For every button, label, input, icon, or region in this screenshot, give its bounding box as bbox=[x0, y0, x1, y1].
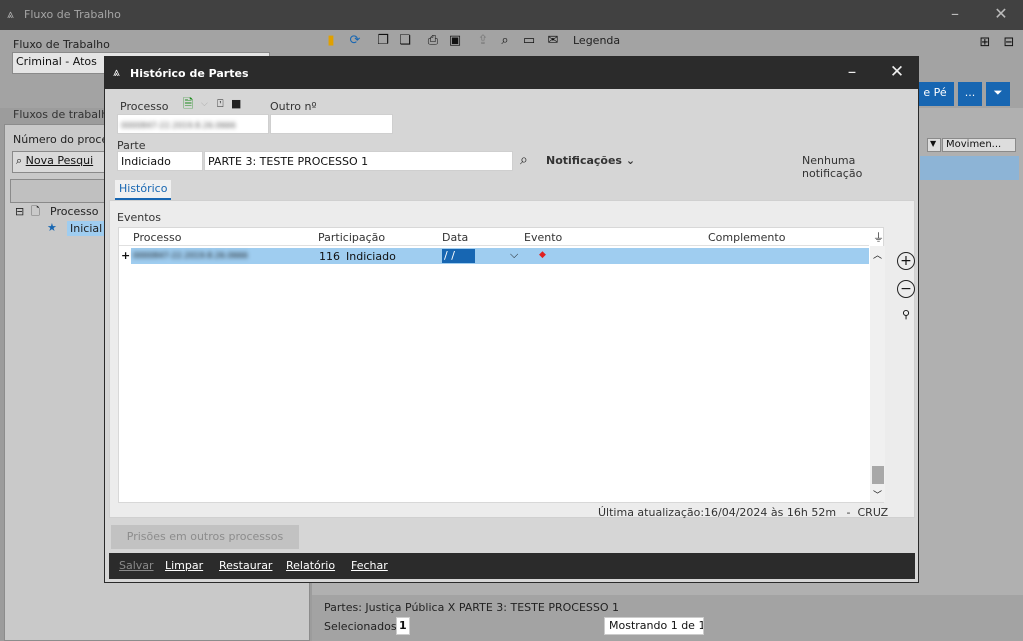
selecionados-label: Selecionados bbox=[324, 620, 397, 633]
row-data-field[interactable]: / / bbox=[442, 249, 475, 263]
historico-partes-dialog: ⩓ Histórico de Partes – ✕ Processo 🗎 ⌵ ⍞… bbox=[104, 56, 919, 583]
restaurar-button[interactable]: Restaurar bbox=[219, 559, 272, 572]
grid-header: Processo Participação Data Evento Comple… bbox=[119, 228, 884, 246]
eventos-label: Eventos bbox=[117, 211, 161, 224]
export-icon[interactable]: ⇪ bbox=[474, 32, 492, 50]
print-icon[interactable]: ⎙ bbox=[424, 32, 442, 50]
chevron-down-icon[interactable]: ⌵ bbox=[201, 99, 208, 109]
notificacoes-label: Notificações bbox=[546, 154, 622, 167]
table-row[interactable]: 0000847-22.2019.8.26.0666 116 Indiciado … bbox=[131, 248, 869, 264]
date-dropdown-icon[interactable]: ⌵ bbox=[510, 248, 518, 262]
notificacoes-dropdown[interactable]: Notificações ⌄ bbox=[546, 154, 635, 167]
copy-icon[interactable]: ❐ bbox=[374, 32, 392, 50]
chevron-down-icon: ⌄ bbox=[625, 154, 636, 167]
tree-collapse-icon[interactable]: ⊟ bbox=[15, 205, 24, 218]
selected-row-highlight bbox=[920, 156, 1019, 180]
numero-label: Número do proce bbox=[13, 133, 109, 146]
fluxos-label: Fluxos de trabalho bbox=[13, 108, 115, 121]
relatorio-button[interactable]: Relatório bbox=[286, 559, 335, 572]
mostrando-text: Mostrando 1 de 1 bbox=[604, 617, 704, 635]
scroll-up-icon[interactable]: ︿ bbox=[873, 248, 882, 261]
add-circle-icon[interactable]: + bbox=[897, 252, 915, 270]
limpar-button[interactable]: Limpar bbox=[165, 559, 203, 572]
tree-view-icon[interactable]: ⊞ bbox=[976, 34, 994, 52]
tree-processo[interactable]: Processo bbox=[50, 205, 98, 218]
col-participacao[interactable]: Participação bbox=[318, 231, 385, 244]
processo-field[interactable]: 0000847-22.2019.8.26.0666 bbox=[117, 114, 269, 134]
outro-field[interactable] bbox=[270, 114, 393, 134]
row-participacao: Indiciado bbox=[346, 250, 396, 263]
status-bar: Partes: Justiça Pública X PARTE 3: TESTE… bbox=[312, 595, 1023, 641]
app-logo-icon: ⩓ bbox=[113, 65, 120, 79]
comment-icon[interactable]: ▭ bbox=[520, 32, 538, 50]
selecionados-value: 1 bbox=[396, 617, 410, 635]
scrollbar-thumb[interactable] bbox=[872, 466, 884, 484]
nenhuma-notificacao: Nenhuma notificação bbox=[802, 154, 863, 180]
partes-status: Partes: Justiça Pública X PARTE 3: TESTE… bbox=[324, 601, 620, 614]
prisoes-button[interactable]: Prisões em outros processos bbox=[111, 525, 299, 549]
dialog-titlebar: ⩓ Histórico de Partes – ✕ bbox=[105, 57, 918, 89]
stop-icon[interactable]: ■ bbox=[231, 97, 241, 110]
scroll-down-icon[interactable]: ﹀ bbox=[873, 488, 882, 501]
fluxo-label: Fluxo de Trabalho bbox=[13, 38, 110, 51]
eventos-grid: Processo Participação Data Evento Comple… bbox=[118, 227, 885, 503]
salvar-button[interactable]: Salvar bbox=[119, 559, 154, 572]
historico-tab-body: Eventos Processo Participação Data Event… bbox=[109, 200, 915, 519]
more-button[interactable]: ... bbox=[958, 82, 982, 106]
comment-icon[interactable]: ⍞ bbox=[217, 97, 224, 111]
outro-label: Outro nº bbox=[270, 100, 317, 113]
minimize-icon[interactable]: – bbox=[837, 63, 867, 83]
minimize-icon[interactable]: – bbox=[940, 5, 970, 25]
row-evento[interactable]: ◆ bbox=[539, 250, 546, 260]
refresh-icon[interactable]: ⟳ bbox=[346, 32, 364, 50]
main-titlebar: ⩓ Fluxo de Trabalho – ✕ bbox=[0, 0, 1023, 30]
parte-nome-field[interactable]: PARTE 3: TESTE PROCESSO 1 bbox=[204, 151, 513, 171]
row-processo: 0000847-22.2019.8.26.0666 bbox=[133, 251, 248, 260]
comment-delete-icon[interactable]: ✉ bbox=[544, 32, 562, 50]
processo-value: 0000847-22.2019.8.26.0666 bbox=[121, 121, 236, 130]
column-dropdown-icon[interactable]: ▼ bbox=[927, 138, 941, 152]
app-logo-icon: ⩓ bbox=[7, 7, 14, 21]
col-complemento[interactable]: Complemento bbox=[708, 231, 785, 244]
nova-pesquisa-label: Nova Pesqui bbox=[25, 154, 94, 167]
col-data[interactable]: Data bbox=[442, 231, 468, 244]
save-icon[interactable]: ▣ bbox=[446, 32, 464, 50]
nova-pesquisa-button[interactable]: ⌕ Nova Pesqui bbox=[12, 151, 108, 173]
movimen-header[interactable]: Movimen... bbox=[942, 138, 1016, 152]
col-evento[interactable]: Evento bbox=[524, 231, 562, 244]
close-icon[interactable]: ✕ bbox=[986, 5, 1016, 25]
list-view-icon[interactable]: ⊟ bbox=[1000, 34, 1018, 52]
document-icon: 🗋 bbox=[31, 205, 40, 218]
dialog-title: Histórico de Partes bbox=[130, 67, 249, 80]
parte-tipo-field[interactable]: Indiciado bbox=[117, 151, 203, 171]
search-doc-icon[interactable]: ⌕ bbox=[496, 32, 514, 50]
main-window-title: Fluxo de Trabalho bbox=[24, 8, 121, 21]
filter-icon[interactable]: ⏚ bbox=[873, 229, 884, 245]
ultima-atualizacao-label: Última atualização: bbox=[598, 506, 705, 519]
filter-dropdown-icon[interactable]: ⏷ bbox=[986, 82, 1010, 106]
star-icon: ★ bbox=[47, 221, 57, 234]
bookmark-icon[interactable]: ▮ bbox=[322, 32, 340, 50]
row-participacao-num: 116 bbox=[319, 250, 340, 263]
tab-historico[interactable]: Histórico bbox=[115, 180, 172, 200]
vertical-scrollbar[interactable]: ︿ ﹀ bbox=[870, 246, 885, 502]
search-doc-small-icon: ⌕ bbox=[16, 154, 26, 167]
expand-icon[interactable]: + bbox=[121, 249, 130, 262]
close-icon[interactable]: ✕ bbox=[882, 63, 912, 83]
search-icon[interactable]: ⌕ bbox=[520, 152, 528, 168]
legenda-button[interactable]: Legenda bbox=[573, 34, 620, 47]
fechar-button[interactable]: Fechar bbox=[351, 559, 388, 572]
dialog-footer: Salvar Limpar Restaurar Relatório Fechar bbox=[109, 553, 915, 579]
processo-label: Processo bbox=[120, 100, 169, 113]
remove-circle-icon[interactable]: − bbox=[897, 280, 915, 298]
pe-button[interactable]: e Pé bbox=[916, 82, 954, 106]
window-icon[interactable]: ❏ bbox=[396, 32, 414, 50]
user-list-icon[interactable]: ⚲ bbox=[897, 307, 915, 325]
ultima-atualizacao-value: 16/04/2024 às 16h 52m - CRUZ bbox=[704, 506, 889, 519]
filter-box[interactable] bbox=[10, 179, 110, 203]
col-processo[interactable]: Processo bbox=[133, 231, 181, 244]
